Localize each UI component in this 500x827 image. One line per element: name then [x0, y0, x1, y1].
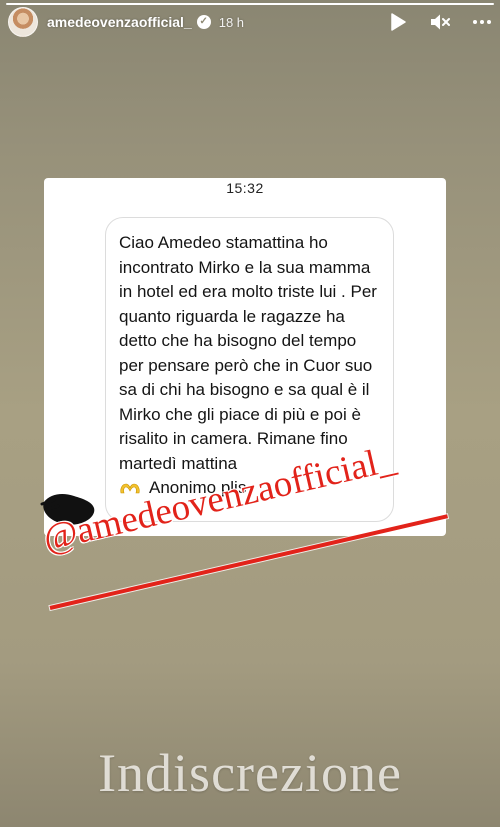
story-caption: Indiscrezione: [98, 743, 402, 803]
username[interactable]: amedeovenzaofficial_: [47, 14, 192, 30]
mute-icon[interactable]: [430, 12, 450, 32]
verified-badge-icon: ✓: [196, 15, 211, 29]
heart-hands-emoji: [120, 483, 140, 494]
story-time-ago: 18 h: [218, 14, 245, 30]
avatar[interactable]: [8, 7, 38, 37]
story-controls: [388, 12, 492, 32]
message-timestamp: 15:32: [226, 180, 264, 196]
more-icon[interactable]: [472, 12, 492, 32]
play-icon[interactable]: [388, 12, 408, 32]
message-text: Ciao Amedeo stamattina ho incontrato Mir…: [119, 233, 377, 473]
story-progress-bar: [6, 3, 494, 5]
story-progress-fill: [6, 3, 494, 5]
story-header: amedeovenzaofficial_ ✓ 18 h: [8, 7, 492, 37]
